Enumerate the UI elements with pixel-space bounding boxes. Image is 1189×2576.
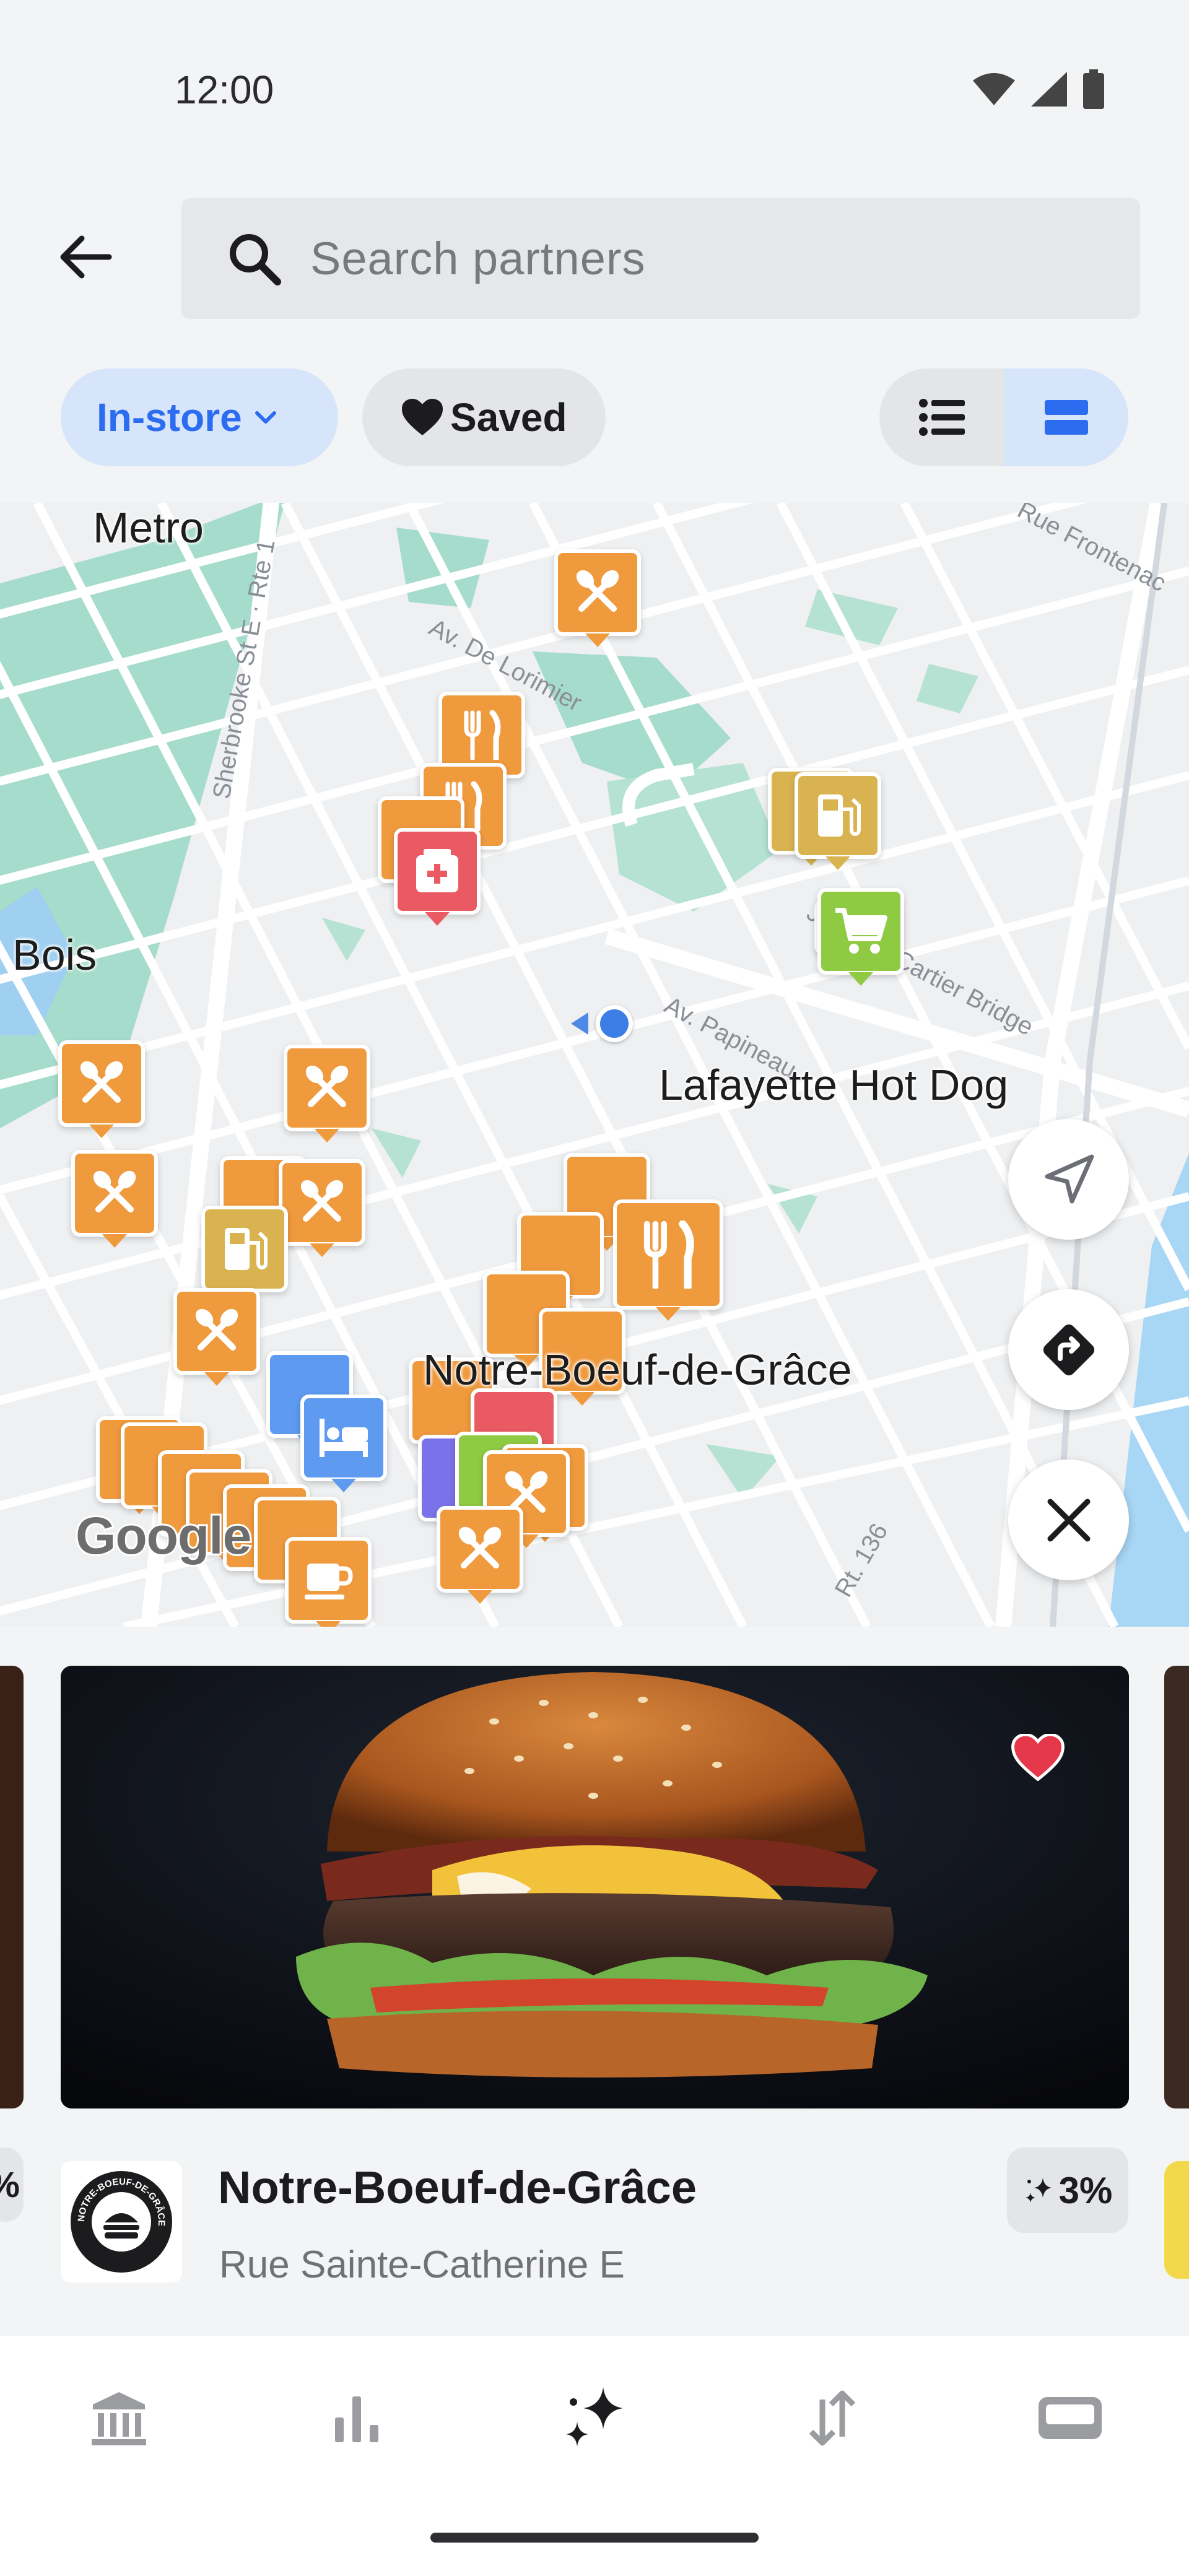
list-view-button[interactable] xyxy=(879,368,1004,466)
cards-view-icon xyxy=(1044,400,1088,435)
nav-insights[interactable] xyxy=(310,2378,403,2458)
next-partner-badge xyxy=(1164,2161,1189,2279)
location-heading-indicator xyxy=(571,1012,588,1035)
sparkle-icon xyxy=(1025,2178,1052,2203)
utensils-cross-icon xyxy=(300,1180,344,1222)
status-icons xyxy=(972,69,1105,109)
saved-label: Saved xyxy=(450,395,567,440)
restaurant-pin[interactable] xyxy=(554,549,641,647)
chevron-down-icon xyxy=(255,411,276,424)
partner-map[interactable]: Sherbrooke St E · Rte 1 Av. De Lorimier … xyxy=(0,503,1189,1627)
utensils-cross-icon xyxy=(93,1170,136,1212)
coffee-cup-icon xyxy=(305,1564,353,1599)
directions-icon xyxy=(1043,1324,1094,1375)
heart-filled-icon xyxy=(1011,1734,1065,1781)
cafe-pin[interactable] xyxy=(285,1537,372,1627)
google-attribution: Google xyxy=(74,1505,253,1567)
nav-transfers[interactable] xyxy=(786,2378,879,2458)
current-location-dot xyxy=(596,1005,633,1042)
gas-pump-icon xyxy=(225,1228,268,1270)
bed-icon xyxy=(320,1419,368,1457)
previous-partner-card[interactable] xyxy=(0,1666,24,2108)
search-icon xyxy=(225,229,284,289)
restaurant-pin[interactable] xyxy=(437,1506,523,1604)
gas-station-pin[interactable] xyxy=(201,1206,288,1303)
fork-knife-icon xyxy=(643,1221,694,1289)
utensils-cross-icon xyxy=(458,1526,502,1569)
pharmacy-icon xyxy=(416,849,458,892)
restaurant-pin[interactable] xyxy=(58,1040,145,1138)
map-view-button[interactable] xyxy=(1004,368,1128,466)
partner-logo: NOTRE-BOEUF-DE-GRÂCE xyxy=(61,2161,182,2282)
heart-icon xyxy=(402,399,443,435)
cashback-badge: 3% xyxy=(1007,2147,1128,2233)
partner-photo[interactable] xyxy=(61,1666,1129,2108)
nav-bank[interactable] xyxy=(72,2378,165,2458)
recenter-button[interactable] xyxy=(1008,1119,1129,1240)
cashback-value: 3% xyxy=(1058,2169,1113,2211)
status-time: 12:00 xyxy=(175,67,274,112)
close-icon xyxy=(1047,1499,1090,1541)
search-input[interactable] xyxy=(310,232,1053,285)
partner-address: Rue Sainte-Catherine E xyxy=(219,2243,625,2286)
previous-cashback-badge: % xyxy=(0,2147,24,2222)
grocery-pin[interactable] xyxy=(817,888,904,986)
shopping-cart-icon xyxy=(835,908,887,954)
search-bar[interactable] xyxy=(181,198,1140,319)
battery-icon xyxy=(1083,69,1104,109)
arrow-left-icon xyxy=(60,235,112,279)
hotel-pin[interactable] xyxy=(300,1395,387,1492)
map-label-metro: Metro xyxy=(93,503,204,552)
home-indicator[interactable] xyxy=(430,2533,759,2543)
directions-button[interactable] xyxy=(1008,1289,1129,1410)
gas-station-pin[interactable] xyxy=(795,772,881,870)
nav-rewards[interactable] xyxy=(548,2378,641,2458)
close-map-button[interactable] xyxy=(1008,1460,1129,1580)
cellular-icon xyxy=(1031,72,1067,107)
back-button[interactable] xyxy=(51,223,119,291)
in-store-filter-chip[interactable]: In-store xyxy=(61,368,338,466)
partner-name[interactable]: Notre-Boeuf-de-Grâce xyxy=(218,2161,697,2214)
restaurant-pin[interactable] xyxy=(173,1288,260,1386)
card-icon xyxy=(1039,2397,1102,2439)
status-bar: 12:00 xyxy=(0,0,1189,180)
wifi-icon xyxy=(973,73,1015,105)
burger-photo xyxy=(61,1666,1129,2108)
in-store-label: In-store xyxy=(97,395,242,440)
restaurant-pin[interactable] xyxy=(284,1045,370,1142)
nav-card[interactable] xyxy=(1024,2378,1117,2458)
restaurant-pin[interactable] xyxy=(71,1150,158,1248)
fork-knife-icon xyxy=(464,710,501,760)
utensils-cross-icon xyxy=(305,1065,349,1107)
restaurant-pin-selected[interactable] xyxy=(613,1199,723,1321)
list-icon xyxy=(918,399,965,436)
bank-icon xyxy=(92,2392,146,2445)
pharmacy-pin[interactable] xyxy=(394,828,481,926)
rewards-icon xyxy=(566,2387,623,2447)
navigation-arrow-icon xyxy=(1045,1154,1094,1203)
restaurant-pin[interactable] xyxy=(279,1159,365,1257)
next-partner-card[interactable] xyxy=(1164,1666,1189,2108)
view-toggle[interactable] xyxy=(879,368,1128,466)
saved-filter-chip[interactable]: Saved xyxy=(362,368,606,466)
gas-pump-icon xyxy=(818,794,861,837)
utensils-cross-icon xyxy=(576,570,619,612)
utensils-cross-icon xyxy=(195,1308,238,1351)
map-label-bois: Bois xyxy=(12,931,97,979)
transfers-icon xyxy=(809,2390,856,2446)
map-label-notre-boeuf-de-grace[interactable]: Notre-Boeuf-de-Grâce xyxy=(423,1345,852,1395)
utensils-cross-icon xyxy=(80,1061,123,1103)
insights-icon xyxy=(335,2396,378,2442)
map-label-lafayette-hot-dog[interactable]: Lafayette Hot Dog xyxy=(659,1060,1008,1110)
favorite-button[interactable] xyxy=(1008,1728,1068,1787)
